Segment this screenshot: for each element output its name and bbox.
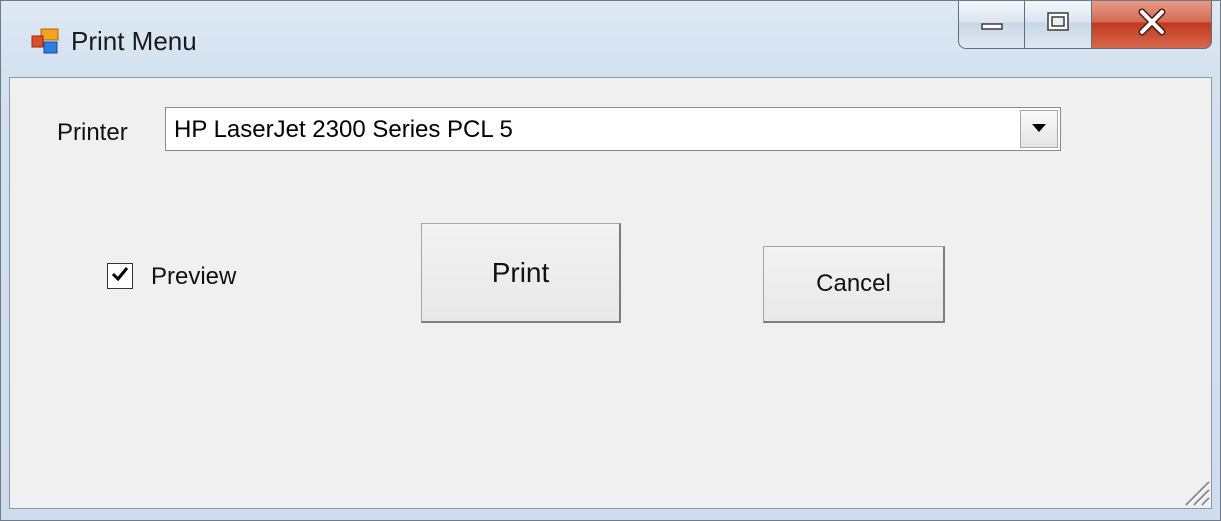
dropdown-arrow-icon — [1031, 120, 1047, 138]
preview-label: Preview — [151, 263, 237, 290]
maximize-icon — [1045, 11, 1071, 38]
window-title: Print Menu — [71, 26, 197, 56]
print-menu-window: Print Menu Printer HP LaserJet 2300 Seri… — [0, 0, 1221, 521]
resize-grip-icon[interactable] — [1176, 472, 1210, 506]
preview-checkbox[interactable] — [107, 263, 133, 289]
app-window-icon — [31, 28, 59, 54]
window-controls — [958, 1, 1212, 55]
maximize-button[interactable] — [1025, 1, 1092, 49]
minimize-button[interactable] — [958, 1, 1025, 49]
close-icon — [1135, 8, 1169, 41]
cancel-button[interactable]: Cancel — [763, 246, 945, 323]
title-bar[interactable]: Print Menu — [1, 1, 1220, 77]
checkmark-icon — [110, 264, 130, 289]
print-button[interactable]: Print — [421, 223, 621, 323]
printer-dropdown[interactable]: HP LaserJet 2300 Series PCL 5 — [165, 107, 1061, 151]
close-button[interactable] — [1092, 1, 1212, 49]
dropdown-toggle-button[interactable] — [1020, 110, 1058, 148]
printer-selected-value: HP LaserJet 2300 Series PCL 5 — [174, 116, 513, 143]
printer-label: Printer — [57, 119, 128, 146]
minimize-icon — [979, 12, 1005, 37]
